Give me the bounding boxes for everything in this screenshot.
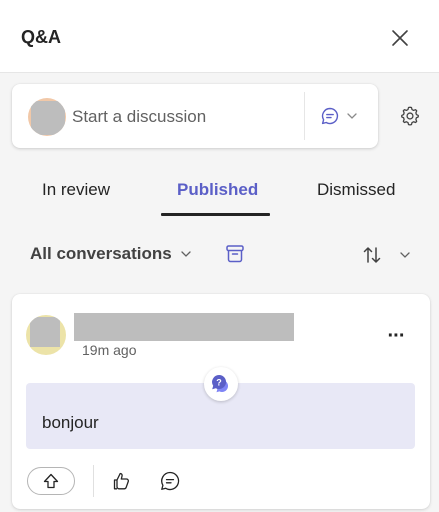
sort-options-chevron[interactable] — [396, 246, 414, 264]
filter-label: All conversations — [30, 244, 172, 263]
start-discussion-box[interactable]: Start a discussion — [12, 84, 378, 148]
gear-icon — [401, 106, 419, 126]
avatar-redacted — [31, 101, 65, 135]
tab-published[interactable]: Published — [177, 180, 258, 200]
chevron-down-icon — [400, 252, 410, 258]
question-icon: ? — [212, 374, 229, 393]
tab-in-review[interactable]: In review — [42, 180, 110, 200]
action-divider — [93, 465, 94, 497]
message-text: bonjour — [42, 413, 99, 432]
arrow-up-icon — [43, 473, 59, 489]
more-options-button[interactable]: ··· — [382, 324, 410, 348]
panel-header: Q&A — [0, 0, 439, 73]
start-discussion-placeholder[interactable]: Start a discussion — [72, 107, 206, 127]
composer-divider — [304, 92, 305, 140]
post-type-dropdown[interactable] — [320, 104, 364, 128]
sort-button[interactable] — [359, 242, 385, 268]
chat-bubble-icon — [321, 107, 339, 125]
avatar-redacted — [30, 317, 60, 347]
like-button[interactable] — [108, 468, 134, 494]
avatar — [28, 98, 66, 136]
reply-button[interactable] — [157, 468, 183, 494]
question-card: 19m ago ··· ? bonjour — [12, 294, 430, 509]
chevron-down-icon — [347, 113, 357, 119]
upvote-button[interactable] — [27, 467, 75, 495]
tab-dismissed[interactable]: Dismissed — [317, 180, 395, 200]
svg-text:?: ? — [216, 378, 222, 388]
question-badge: ? — [204, 367, 238, 401]
avatar — [26, 315, 66, 355]
post-timestamp: 19m ago — [82, 342, 137, 358]
sort-icon — [363, 247, 381, 263]
panel-title: Q&A — [21, 27, 61, 47]
thumbs-up-icon — [113, 472, 129, 490]
settings-button[interactable] — [396, 102, 424, 130]
author-name-redacted — [74, 313, 294, 341]
comment-icon — [161, 471, 180, 491]
chevron-down-icon — [181, 251, 191, 257]
archive-button[interactable] — [222, 241, 248, 267]
archive-icon — [226, 245, 244, 263]
active-tab-indicator — [161, 213, 270, 216]
conversation-filter-dropdown[interactable]: All conversations — [30, 244, 192, 264]
close-button[interactable] — [386, 24, 414, 52]
close-icon — [392, 30, 408, 46]
